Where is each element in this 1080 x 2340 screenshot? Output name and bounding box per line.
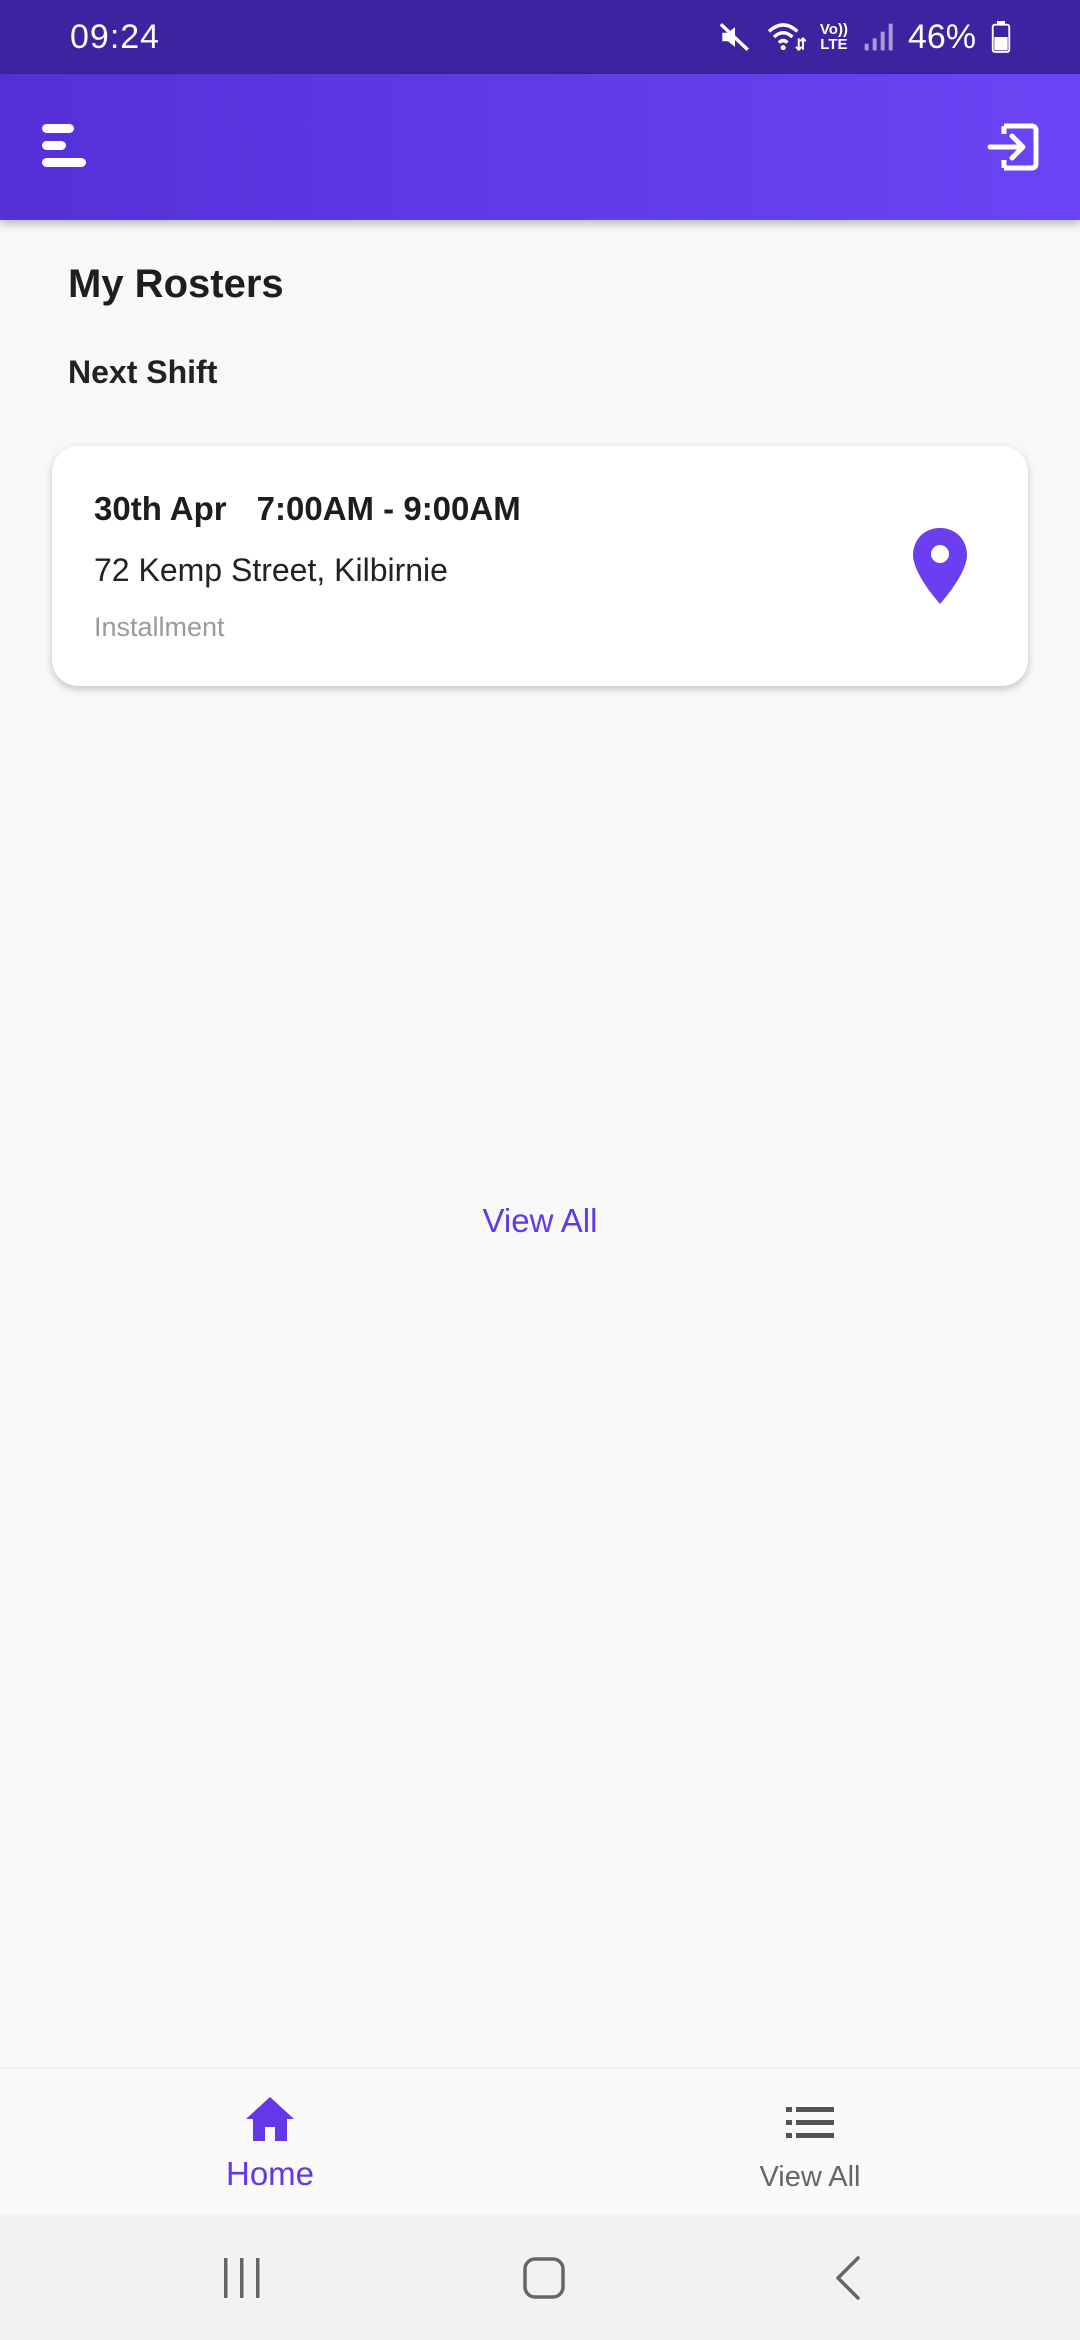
- back-icon: [836, 2256, 860, 2300]
- location-pin-icon: [913, 528, 967, 604]
- back-button[interactable]: [822, 2250, 878, 2306]
- system-nav-bar: [0, 2214, 1080, 2340]
- view-all-link[interactable]: View All: [0, 1202, 1080, 1240]
- recent-apps-button[interactable]: [214, 2250, 270, 2306]
- home-square-icon: [523, 2257, 565, 2299]
- battery-percent: 46%: [907, 17, 976, 56]
- status-time: 09:24: [70, 17, 161, 56]
- volte-label-bottom: LTE: [820, 36, 848, 53]
- nav-item-view-all[interactable]: View All: [540, 2069, 1080, 2215]
- bottom-nav: Home View All: [0, 2068, 1080, 2214]
- shift-date: 30th Apr: [94, 490, 227, 527]
- shift-datetime: 30th Apr 7:00AM - 9:00AM: [94, 490, 521, 528]
- menu-button[interactable]: [38, 116, 94, 176]
- nav-label-home: Home: [225, 2155, 315, 2192]
- status-bar: 09:24 Vo)) LTE 46%: [0, 0, 1080, 74]
- status-icons: Vo)) LTE 46%: [718, 18, 1012, 57]
- home-system-button[interactable]: [516, 2250, 572, 2306]
- list-icon: [786, 2107, 834, 2138]
- nav-item-home[interactable]: Home: [0, 2069, 540, 2215]
- logout-button[interactable]: [984, 118, 1042, 176]
- menu-icon: [42, 124, 86, 167]
- nav-label-view-all: View All: [759, 2161, 861, 2193]
- location-pin-button[interactable]: [910, 526, 970, 606]
- section-title-next-shift: Next Shift: [68, 354, 218, 390]
- volte-icon: Vo)) LTE: [820, 22, 848, 52]
- page-title: My Rosters: [68, 262, 284, 306]
- signal-icon: [864, 23, 893, 51]
- shift-card[interactable]: 30th Apr 7:00AM - 9:00AM 72 Kemp Street, …: [52, 446, 1028, 686]
- logout-icon: [987, 123, 1039, 171]
- volte-label-top: Vo)): [819, 21, 848, 38]
- battery-icon: [991, 21, 1011, 53]
- mute-icon: [719, 23, 749, 51]
- home-icon: [246, 2097, 294, 2141]
- recent-apps-icon: [224, 2258, 260, 2298]
- app-bar: [0, 74, 1080, 220]
- shift-address: 72 Kemp Street, Kilbirnie: [94, 552, 448, 588]
- shift-type: Installment: [94, 612, 225, 642]
- shift-time-range: 7:00AM - 9:00AM: [256, 490, 521, 527]
- screen: 09:24 Vo)) LTE 46% My Rosters Next Shift…: [0, 0, 1080, 2340]
- wifi-icon: [767, 23, 806, 52]
